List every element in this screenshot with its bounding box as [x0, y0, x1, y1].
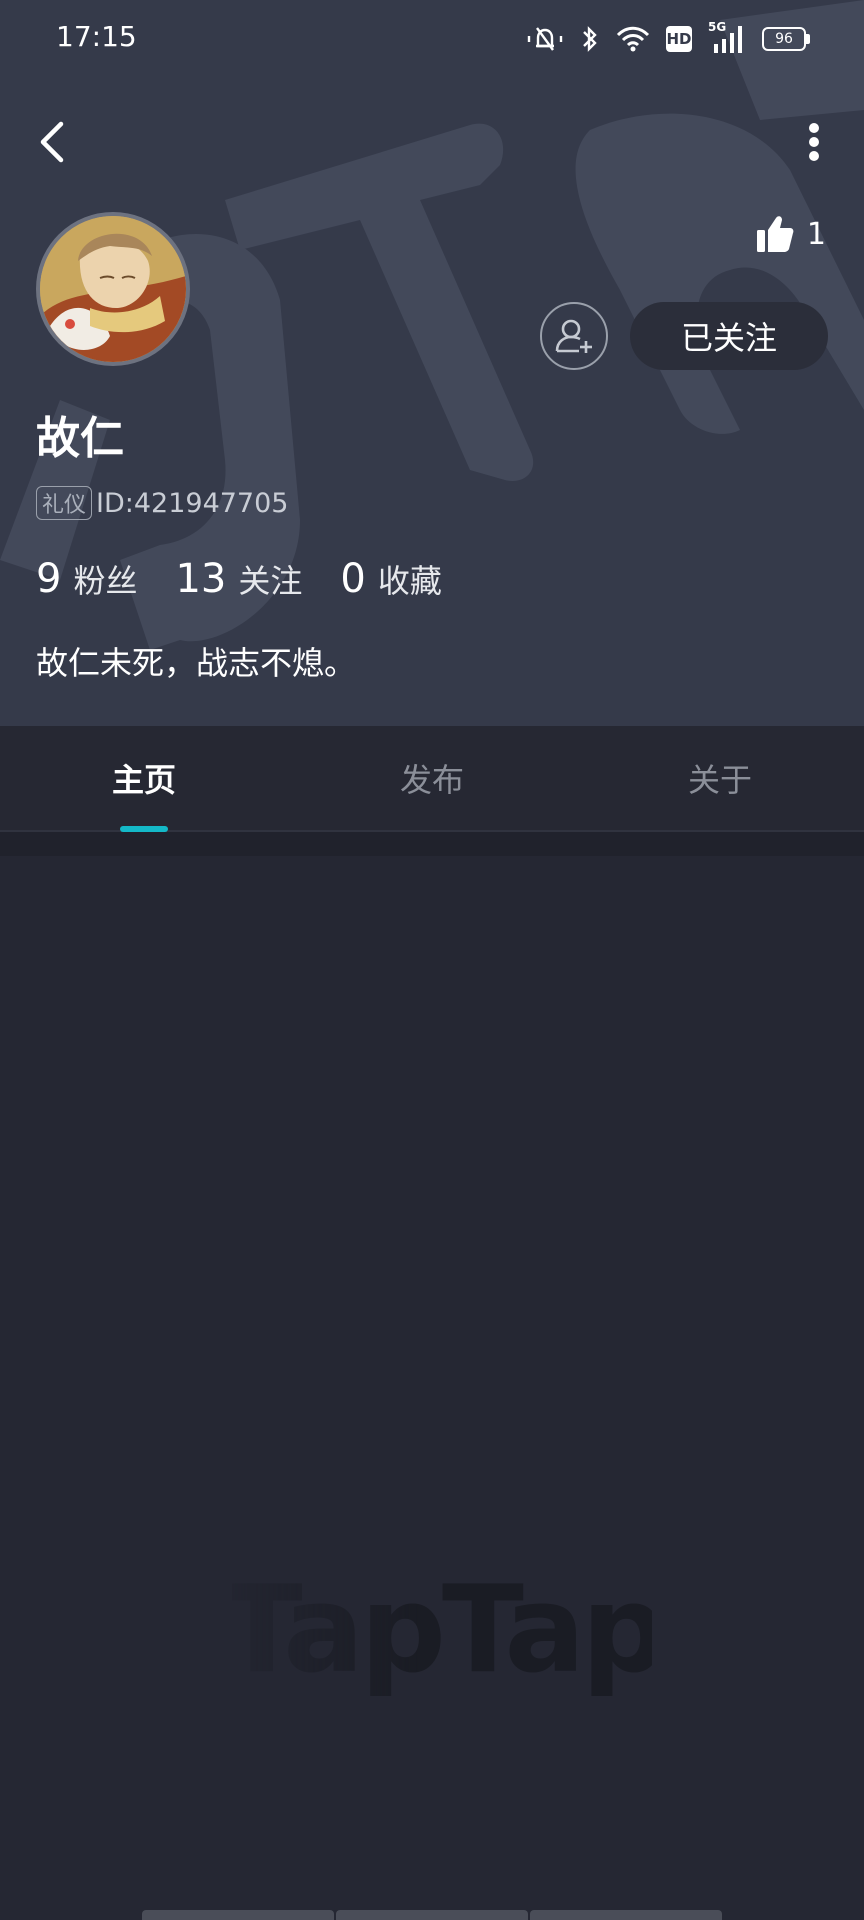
user-name: 故仁	[36, 413, 124, 464]
profile-tab-bar: 主页 发布 关于	[0, 726, 864, 832]
stat-followers-label: 粉丝	[73, 562, 138, 600]
vibrate-mute-icon	[527, 27, 563, 51]
more-options-button[interactable]	[802, 120, 826, 164]
avatar[interactable]	[36, 212, 190, 366]
status-icons: HD 5G 96	[526, 20, 810, 56]
like-count: 1	[806, 216, 826, 252]
thumbs-up-icon	[756, 216, 794, 252]
status-time: 17:15	[56, 20, 137, 53]
user-bio: 故仁未死，战志不熄。	[36, 644, 357, 682]
user-id: ID:421947705	[96, 487, 289, 519]
tab-content-area	[0, 856, 864, 1920]
stat-followers-count: 9	[36, 556, 62, 602]
add-user-icon	[555, 319, 592, 353]
chevron-left-icon	[40, 121, 64, 163]
taptap-logo-placeholder: TapTap	[220, 1560, 668, 1700]
tab-about[interactable]: 关于	[576, 726, 864, 830]
user-badge[interactable]: 礼仪	[36, 486, 93, 520]
tab-home[interactable]: 主页	[0, 726, 288, 830]
tab-posts[interactable]: 发布	[288, 726, 576, 830]
battery-level: 96	[775, 31, 793, 47]
user-stats: 9 粉丝 13 关注 0 收藏	[36, 556, 480, 606]
add-friend-button[interactable]	[540, 302, 608, 370]
signal-icon: 5G	[708, 20, 746, 54]
hd-label: HD	[666, 30, 692, 48]
more-vertical-icon	[809, 123, 819, 161]
back-button[interactable]	[30, 116, 74, 168]
avatar-image	[40, 216, 186, 362]
stat-favorites[interactable]: 0 收藏	[340, 556, 441, 602]
stat-favorites-count: 0	[340, 556, 366, 602]
stat-followers[interactable]: 9 粉丝	[36, 556, 137, 602]
status-bar: 17:15 HD 5G 96	[0, 0, 864, 78]
stat-following-label: 关注	[238, 562, 303, 600]
stat-following[interactable]: 13 关注	[175, 556, 302, 602]
wifi-icon	[616, 26, 650, 52]
section-divider	[0, 832, 864, 856]
hd-icon: HD	[666, 26, 692, 52]
profile-header: 17:15 HD 5G 96 1 已关注 故仁 礼仪 ID:421947705 …	[0, 0, 864, 726]
like-button[interactable]: 1	[755, 210, 826, 258]
stat-following-count: 13	[175, 556, 227, 602]
user-id-row: 礼仪 ID:421947705	[36, 486, 288, 520]
bluetooth-icon	[583, 26, 597, 52]
following-button[interactable]: 已关注	[630, 302, 828, 370]
home-indicator[interactable]	[142, 1910, 722, 1920]
stat-favorites-label: 收藏	[377, 562, 442, 600]
battery-icon: 96	[762, 27, 810, 51]
